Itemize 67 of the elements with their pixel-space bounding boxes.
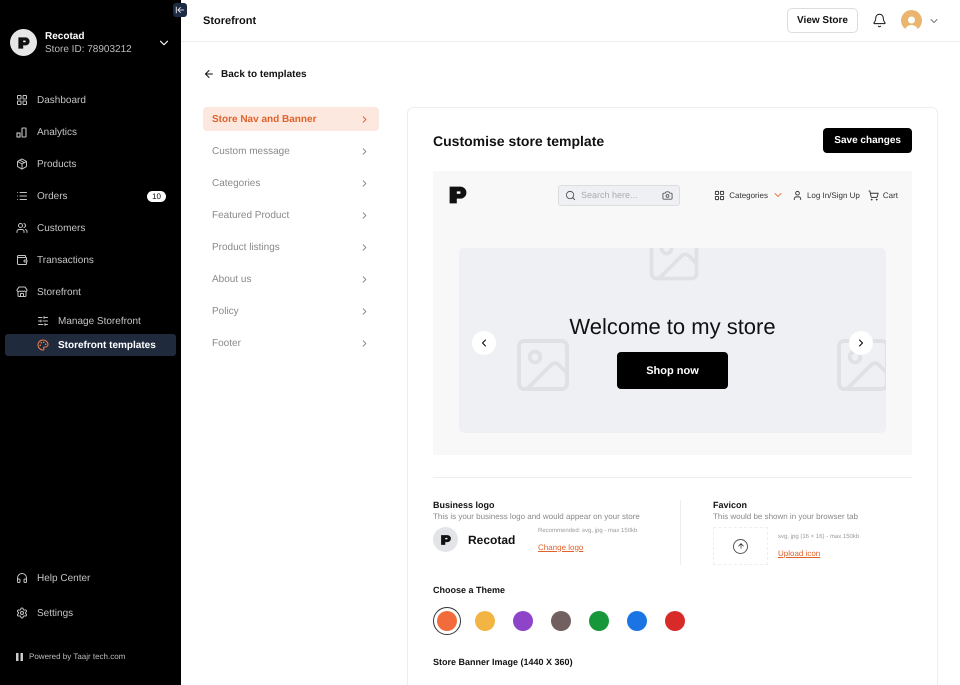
logo-heading: Business logo [433, 500, 496, 510]
nav-item[interactable]: Products [5, 151, 176, 177]
nav-item[interactable]: Storefront [5, 279, 176, 305]
nav-subitem[interactable]: Manage Storefront [5, 310, 176, 332]
search-icon [565, 190, 576, 200]
upload-icon-link[interactable]: Upload icon [778, 549, 860, 558]
nav-icon [16, 222, 28, 234]
banner-title: Welcome to my store [569, 314, 776, 340]
upload-icon [733, 538, 748, 554]
upload-area[interactable] [713, 527, 768, 565]
favicon-heading: Favicon [713, 500, 748, 510]
section-item[interactable]: Policy [203, 299, 379, 323]
section-item[interactable]: Custom message [203, 139, 379, 163]
nav-icon [37, 315, 49, 327]
nav-item[interactable]: Orders 10 [5, 183, 176, 209]
nav-icon [16, 254, 28, 266]
nav-icon [16, 158, 28, 170]
view-store-button[interactable]: View Store [787, 8, 858, 33]
nav-icon [37, 339, 49, 351]
theme-heading: Choose a Theme [433, 585, 506, 595]
theme-swatch[interactable] [433, 607, 461, 635]
nav-icon [16, 94, 28, 106]
nav-subitem[interactable]: Storefront templates [5, 334, 176, 356]
nav-item[interactable]: Customers [5, 215, 176, 241]
nav-item[interactable]: Analytics [5, 119, 176, 145]
store-logo-icon [438, 532, 452, 546]
nav-icon [16, 126, 28, 138]
collapse-button[interactable] [173, 3, 187, 17]
store-logo-icon [16, 34, 32, 50]
favicon-description: This would be shown in your browser tab [713, 512, 859, 521]
powered-by-text: Powered by Taajr tech.com [29, 652, 126, 661]
nav-item[interactable]: Settings [5, 600, 176, 626]
search-field[interactable]: Search here... [581, 190, 657, 200]
search-field[interactable]: Search here... [558, 184, 680, 206]
section-item[interactable]: Featured Product [203, 203, 379, 227]
change-logo-link[interactable]: Change logo [538, 542, 638, 552]
store-id: Store ID: 78903212 [45, 44, 133, 54]
categories-menu[interactable]: Categories [714, 189, 784, 201]
back-link[interactable]: Back to templates [203, 68, 307, 80]
page-title: Storefront [203, 14, 258, 26]
nav-item[interactable]: Dashboard [5, 87, 176, 113]
save-button[interactable]: Save changes [823, 128, 912, 153]
section-item[interactable]: About us [203, 267, 379, 291]
cart-link[interactable]: Cart [868, 190, 898, 200]
section-item[interactable]: Footer [203, 331, 379, 355]
user-icon [792, 190, 803, 200]
banner-image-heading: Store Banner Image (1440 X 360) [433, 657, 574, 667]
count-badge: 10 [147, 190, 166, 202]
shop-now-button[interactable]: Shop now [617, 352, 728, 389]
nav-item[interactable]: Transactions [5, 247, 176, 273]
arrow-left-icon [203, 68, 215, 80]
section-item[interactable]: Product listings [203, 235, 379, 259]
camera-icon[interactable] [662, 190, 673, 200]
grid-icon [714, 190, 726, 200]
cart-icon [868, 190, 879, 200]
store-name: Recotad [45, 30, 86, 42]
nav-icon [16, 572, 28, 584]
section-item[interactable]: Categories [203, 171, 379, 195]
editor-title: Customise store template [433, 132, 604, 148]
bell-icon[interactable] [872, 13, 887, 28]
logo-description: This is your business logo and would appear on your store [433, 512, 641, 521]
nav-icon [16, 607, 28, 619]
logo-name: Recotad [468, 532, 516, 546]
nav-icon [16, 286, 28, 298]
nav-item[interactable]: Help Center [5, 565, 176, 591]
brand-icon [16, 652, 23, 660]
login-link[interactable]: Log In/Sign Up [792, 190, 860, 200]
